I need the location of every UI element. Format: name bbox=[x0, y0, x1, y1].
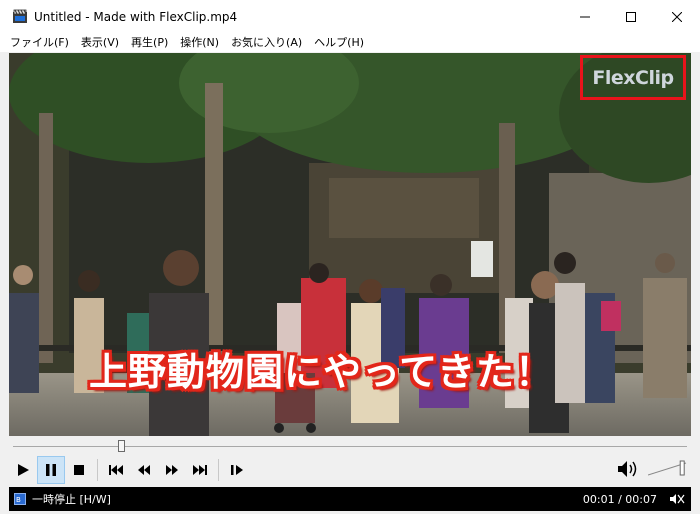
playback-controls bbox=[9, 454, 691, 486]
seek-track[interactable] bbox=[13, 446, 687, 447]
skip-next-icon bbox=[193, 465, 207, 475]
seek-thumb[interactable] bbox=[117, 440, 125, 452]
menu-help[interactable]: ヘルプ(H) bbox=[308, 34, 370, 52]
pause-button[interactable] bbox=[37, 456, 65, 484]
menu-file[interactable]: ファイル(F) bbox=[4, 34, 75, 52]
fast-forward-icon bbox=[166, 465, 178, 475]
app-icon bbox=[12, 9, 28, 25]
volume-slider[interactable] bbox=[647, 460, 688, 476]
frame-step-icon bbox=[231, 465, 243, 475]
time-display: 00:01 / 00:07 bbox=[582, 492, 657, 506]
audio-output-icon[interactable] bbox=[669, 493, 685, 508]
close-button[interactable] bbox=[654, 0, 700, 34]
rewind-icon bbox=[138, 465, 150, 475]
menu-bar: ファイル(F) 表示(V) 再生(P) 操作(N) お気に入り(A) ヘルプ(H… bbox=[0, 34, 700, 52]
svg-text:B: B bbox=[16, 496, 21, 504]
status-bar: B 一時停止 [H/W] 00:01 / 00:07 bbox=[9, 487, 691, 511]
play-icon bbox=[18, 464, 29, 476]
maximize-button[interactable] bbox=[608, 0, 654, 34]
toolbar-separator bbox=[218, 459, 219, 481]
title-bar: Untitled - Made with FlexClip.mp4 bbox=[0, 0, 700, 34]
speaker-icon bbox=[618, 461, 637, 477]
video-subtitle: 上野動物園にやってきた！ bbox=[89, 350, 554, 394]
volume-thumb[interactable] bbox=[679, 460, 685, 476]
toolbar-separator bbox=[97, 459, 98, 481]
watermark-highlight-box: FlexClip bbox=[580, 55, 686, 100]
skip-previous-icon bbox=[109, 465, 123, 475]
menu-favorites[interactable]: お気に入り(A) bbox=[225, 34, 308, 52]
video-frame[interactable]: FlexClip 上野動物園にやってきた！ bbox=[9, 53, 691, 436]
flexclip-watermark: FlexClip bbox=[592, 66, 674, 89]
maximize-icon bbox=[626, 12, 636, 22]
stop-icon bbox=[74, 465, 84, 475]
previous-button[interactable] bbox=[102, 456, 130, 484]
frame-step-button[interactable] bbox=[223, 456, 251, 484]
rewind-button[interactable] bbox=[130, 456, 158, 484]
seek-bar[interactable] bbox=[9, 436, 691, 454]
volume-button[interactable] bbox=[617, 460, 639, 481]
next-button[interactable] bbox=[186, 456, 214, 484]
menu-view[interactable]: 表示(V) bbox=[75, 34, 125, 52]
menu-play[interactable]: 再生(P) bbox=[125, 34, 174, 52]
minimize-icon bbox=[580, 16, 590, 18]
minimize-button[interactable] bbox=[562, 0, 608, 34]
close-icon bbox=[672, 12, 682, 22]
playback-state: 一時停止 [H/W] bbox=[32, 493, 111, 506]
pause-icon bbox=[46, 464, 56, 476]
status-state-icon: B bbox=[14, 493, 26, 505]
play-button[interactable] bbox=[9, 456, 37, 484]
fast-forward-button[interactable] bbox=[158, 456, 186, 484]
stop-button[interactable] bbox=[65, 456, 93, 484]
window-title: Untitled - Made with FlexClip.mp4 bbox=[34, 10, 238, 24]
menu-navigate[interactable]: 操作(N) bbox=[174, 34, 225, 52]
